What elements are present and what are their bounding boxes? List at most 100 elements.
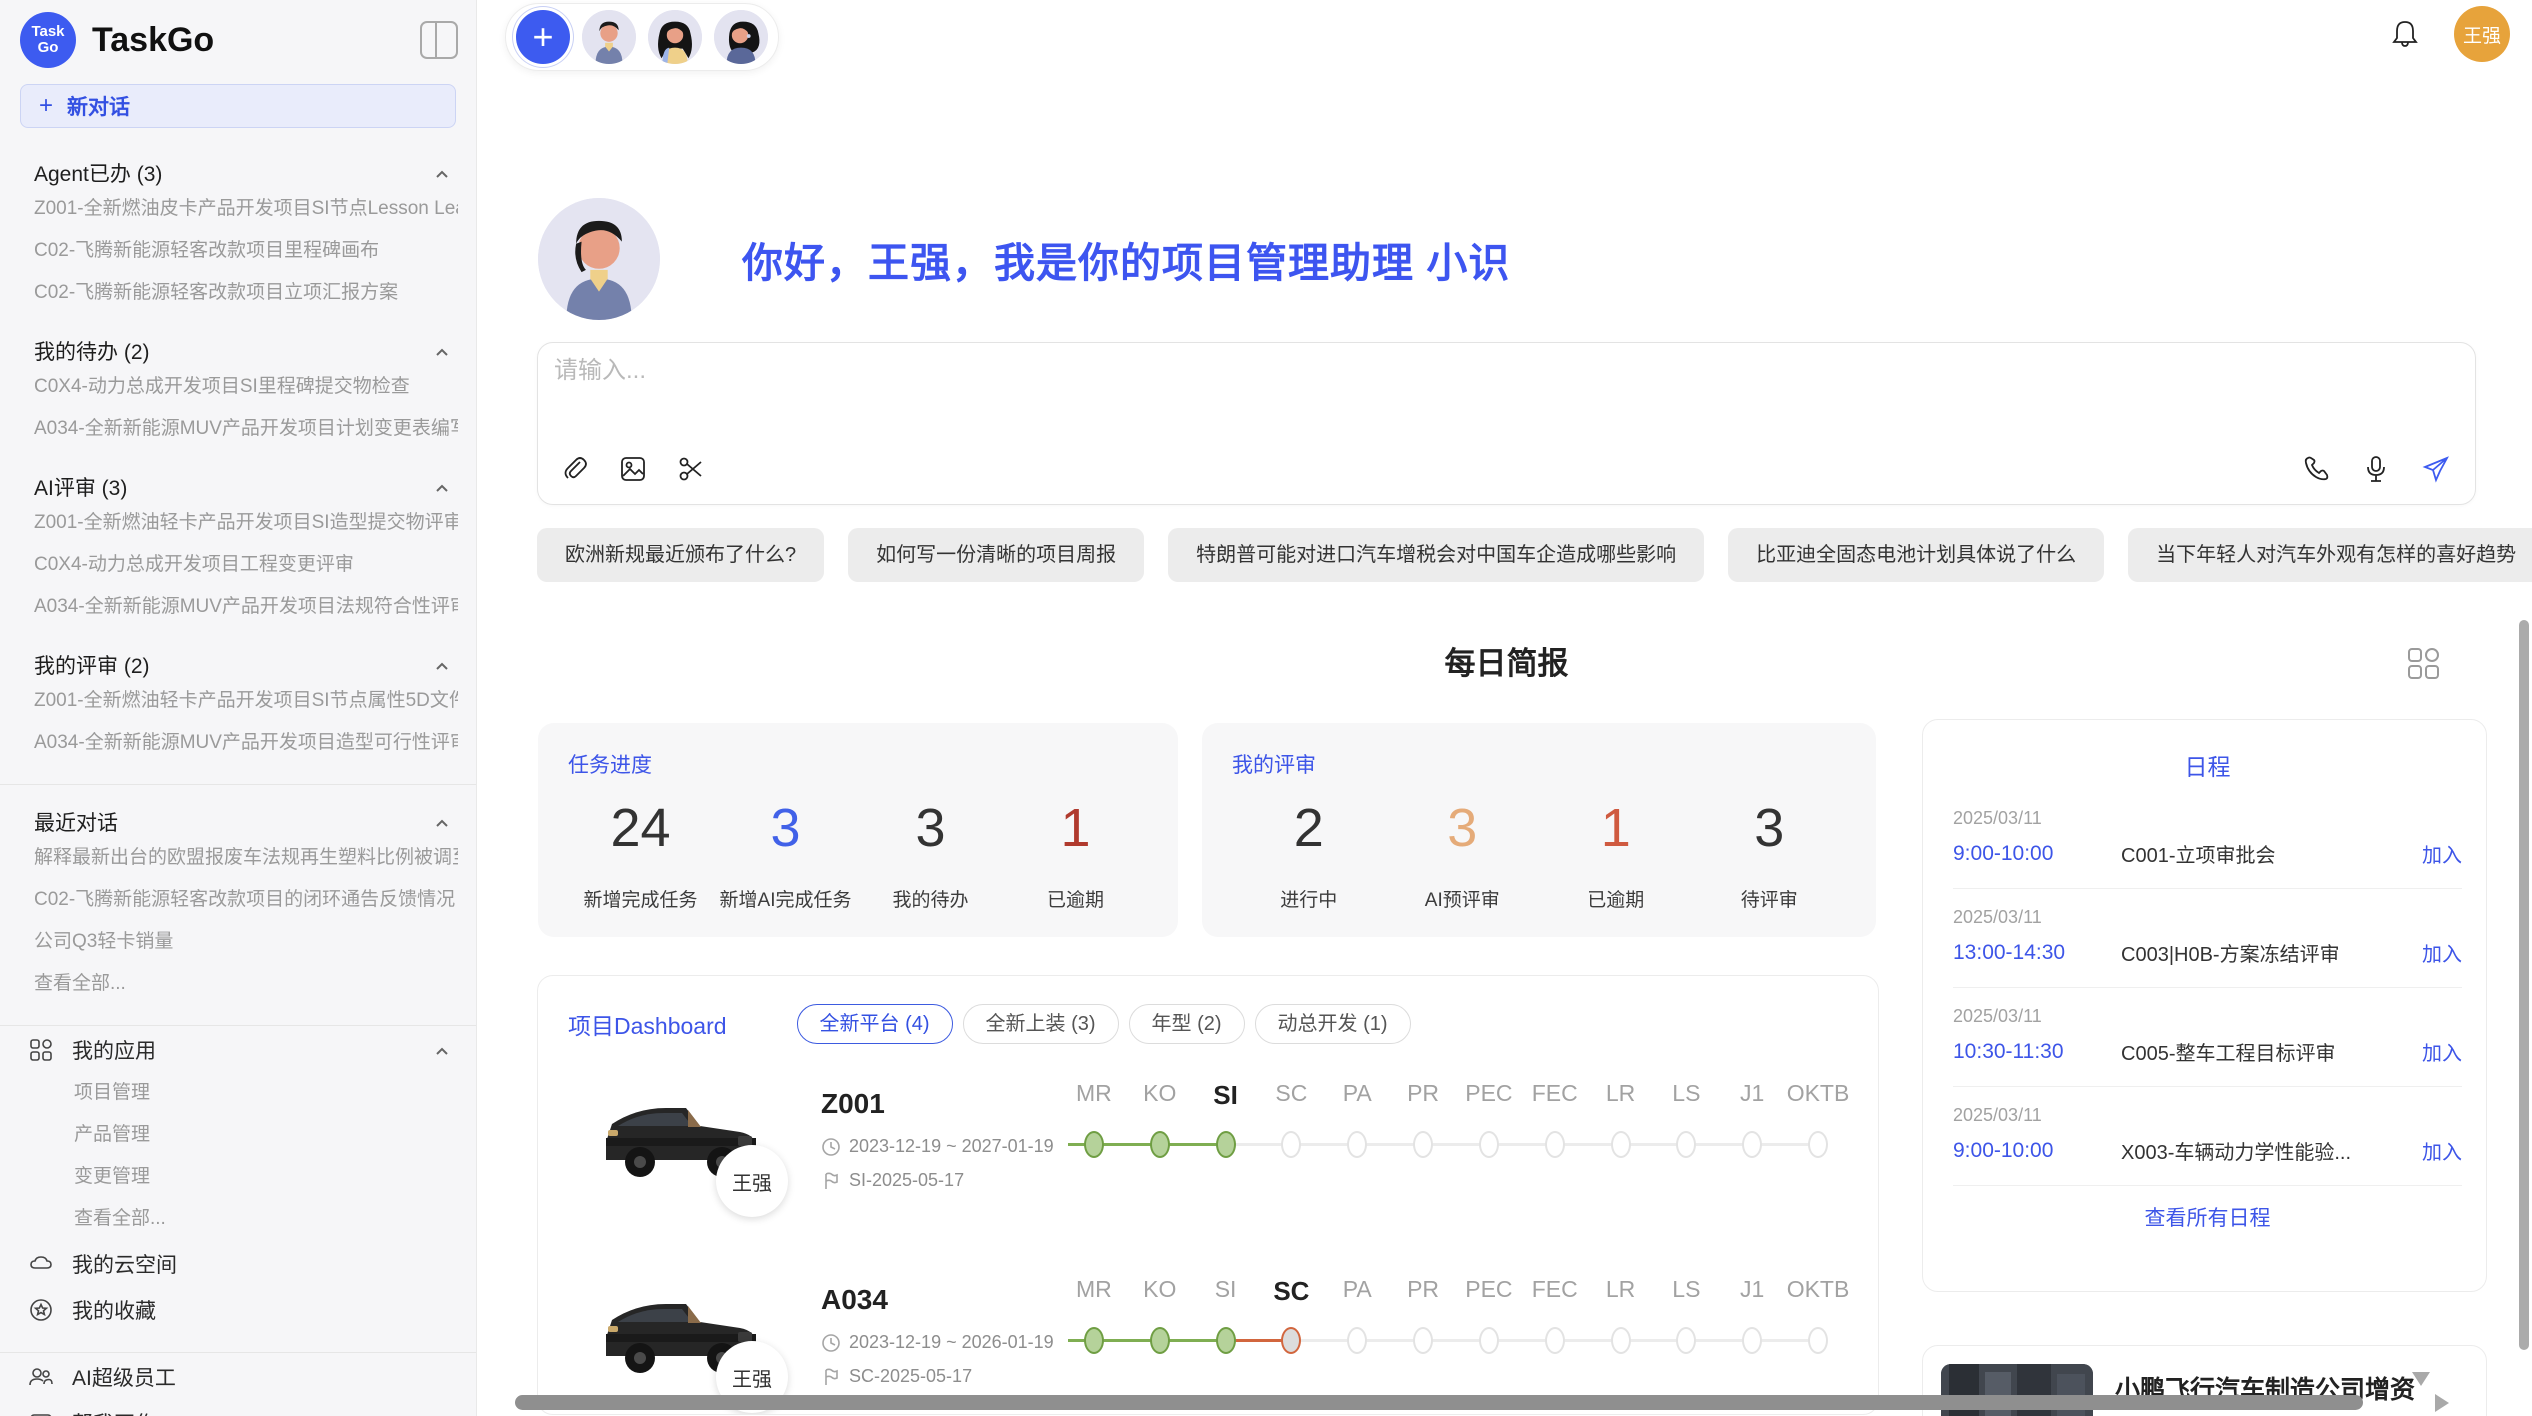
list-item[interactable]: Z001-全新燃油轻卡产品开发项目SI造型提交物评审 [34,502,458,544]
list-item[interactable]: 解释最新出台的欧盟报废车法规再生塑料比例被调至15%... [34,837,458,879]
list-item[interactable]: 公司Q3轻卡销量 [34,921,458,963]
milestone-label: MR [1061,1080,1127,1111]
group-header[interactable]: 最近对话 [34,807,458,837]
chevron-up-icon[interactable] [434,1042,450,1058]
milestone-label: PA [1324,1080,1390,1111]
suggestion-chip[interactable]: 比亚迪全固态电池计划具体说了什么 [1728,528,2104,582]
group-title: Agent已办 (3) [34,158,162,188]
task-progress-card: 任务进度 24新增完成任务 3新增AI完成任务 3我的待办 1已逾期 [538,723,1178,937]
join-button[interactable]: 加入 [2422,1136,2462,1165]
image-icon[interactable] [618,454,648,484]
sidebar-item-favorites[interactable]: 我的收藏 [34,1288,458,1332]
clock-icon [821,1137,841,1157]
stat-label: 已逾期 [1539,885,1693,912]
scroll-right-arrow[interactable] [2435,1394,2449,1412]
stat-value: 1 [1003,797,1148,859]
bell-icon[interactable] [2390,18,2420,50]
tab-new-body[interactable]: 全新上装 (3) [963,1004,1119,1044]
vertical-scrollbar[interactable] [2519,620,2529,1350]
suggestion-chip[interactable]: 特朗普可能对进口汽车增税会对中国车企造成哪些影响 [1168,528,1704,582]
suggestion-chip[interactable]: 如何写一份清晰的项目周报 [848,528,1144,582]
list-item[interactable]: Z001-全新燃油轻卡产品开发项目SI节点属性5D文件评审 [34,680,458,722]
sidebar-item-product-mgmt[interactable]: 产品管理 [34,1114,458,1156]
tab-year-model[interactable]: 年型 (2) [1129,1004,1245,1044]
join-button[interactable]: 加入 [2422,938,2462,967]
agent-avatar-3[interactable] [714,10,768,64]
sidebar-header: Task Go TaskGo [0,0,476,74]
tab-new-platform[interactable]: 全新平台 (4) [797,1004,953,1044]
stat-value: 1 [1539,797,1693,859]
stat-label: 新增完成任务 [568,885,713,912]
chevron-up-icon[interactable] [434,479,450,495]
paperclip-icon[interactable] [560,454,590,484]
sidebar-item-change-mgmt[interactable]: 变更管理 [34,1156,458,1198]
chevron-up-icon[interactable] [434,814,450,830]
chevron-up-icon[interactable] [434,657,450,673]
group-header[interactable]: 我的待办 (2) [34,336,458,366]
team-icon [28,1364,54,1390]
user-avatar[interactable]: 王强 [2454,6,2510,62]
group-header[interactable]: AI评审 (3) [34,472,458,502]
send-icon[interactable] [2421,454,2451,484]
sidebar-item-project-mgmt[interactable]: 项目管理 [34,1072,458,1114]
add-agent-button[interactable]: + [516,10,570,64]
scroll-down-arrow[interactable] [2412,1372,2430,1386]
agent-avatar-1[interactable] [582,10,636,64]
view-all-schedule-link[interactable]: 查看所有日程 [1953,1186,2462,1248]
clock-icon [821,1333,841,1353]
sidebar-item-my-apps[interactable]: 我的应用 [34,1028,458,1072]
divider [0,1352,476,1353]
project-row-a034[interactable]: 王强 A034 2023-12-19 ~ 2026-01-19 SC-2025-… [538,1266,1878,1415]
mic-icon[interactable] [2361,454,2391,484]
stat-value: 3 [858,797,1003,859]
list-item[interactable]: C02-飞腾新能源轻客改款项目立项汇报方案 [34,272,458,314]
phone-icon[interactable] [2301,454,2331,484]
milestone-dot [1785,1129,1851,1159]
new-chat-button[interactable]: + 新对话 [20,84,456,128]
list-item[interactable]: A034-全新新能源MUV产品开发项目法规符合性评审 [34,586,458,628]
list-item[interactable]: C0X4-动力总成开发项目SI里程碑提交物检查 [34,366,458,408]
suggestion-chip[interactable]: 欧洲新规最近颁布了什么? [537,528,824,582]
group-header[interactable]: 我的评审 (2) [34,650,458,680]
horizontal-scrollbar[interactable] [515,1395,2363,1410]
group-title: 我的待办 (2) [34,336,150,366]
join-button[interactable]: 加入 [2422,839,2462,868]
view-all-link[interactable]: 查看全部... [34,963,458,1005]
collapse-sidebar-icon[interactable] [420,21,458,59]
sidebar-item-help-write[interactable]: 帮我写作 [34,1401,458,1416]
dashboard-title: 项目Dashboard [568,1007,727,1041]
star-badge-icon [28,1297,54,1323]
chat-input[interactable] [554,357,2459,385]
milestone-label: KO [1127,1080,1193,1111]
sidebar-scroll-area: Agent已办 (3) Z001-全新燃油皮卡产品开发项目SI节点Lesson … [0,128,476,1416]
milestone-track: MR KO SI SC PA PR PEC FEC LR LS J1 OKTB [1061,1080,1851,1159]
stat-label: 已逾期 [1003,885,1148,912]
project-row-z001[interactable]: 王强 Z001 2023-12-19 ~ 2027-01-19 SI-2025-… [538,1070,1878,1240]
list-item[interactable]: C02-飞腾新能源轻客改款项目里程碑画布 [34,230,458,272]
milestone-label: J1 [1719,1276,1785,1307]
list-item[interactable]: C0X4-动力总成开发项目工程变更评审 [34,544,458,586]
schedule-time: 9:00-10:00 [1953,842,2121,866]
suggestion-chip[interactable]: 当下年轻人对汽车外观有怎样的喜好趋势 [2128,528,2532,582]
agent-avatar-2[interactable] [648,10,702,64]
tab-powertrain[interactable]: 动总开发 (1) [1255,1004,1411,1044]
milestone-label: KO [1127,1276,1193,1307]
schedule-card: 日程 2025/03/11 9:00-10:00 C001-立项审批会 加入 2… [1922,719,2487,1292]
schedule-date: 2025/03/11 [1953,808,2462,829]
sidebar-item-ai-super-staff[interactable]: AI超级员工 [34,1355,458,1399]
project-flag-date: SC-2025-05-17 [821,1366,972,1387]
list-item[interactable]: A034-全新新能源MUV产品开发项目计划变更表编写 [34,408,458,450]
chevron-up-icon[interactable] [434,165,450,181]
view-all-link[interactable]: 查看全部... [34,1198,458,1240]
chevron-up-icon[interactable] [434,343,450,359]
list-item[interactable]: C02-飞腾新能源轻客改款项目的闭环通告反馈情况 [34,879,458,921]
list-item[interactable]: A034-全新新能源MUV产品开发项目造型可行性评审 [34,722,458,764]
scissors-icon[interactable] [676,454,706,484]
list-item[interactable]: Z001-全新燃油皮卡产品开发项目SI节点Lesson Learn报告 [34,188,458,230]
group-header[interactable]: Agent已办 (3) [34,158,458,188]
milestone-dot [1785,1325,1851,1355]
join-button[interactable]: 加入 [2422,1037,2462,1066]
layout-grid-icon[interactable] [2404,644,2442,682]
sidebar-item-label: 我的应用 [72,1035,434,1065]
sidebar-item-cloud-space[interactable]: 我的云空间 [34,1242,458,1286]
